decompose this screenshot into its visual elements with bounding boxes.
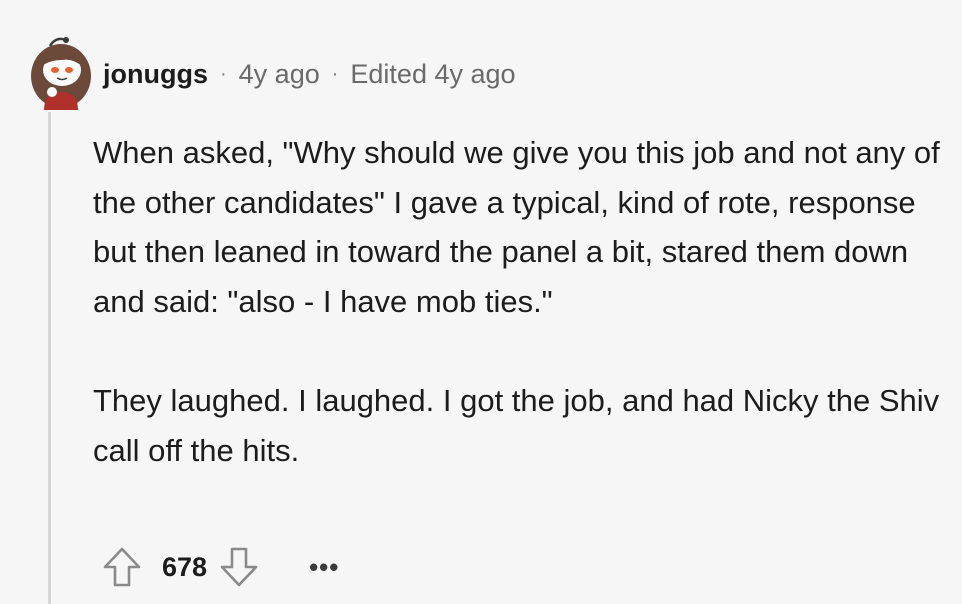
user-avatar[interactable]: [22, 32, 100, 110]
edited-time: Edited 4y ago: [350, 58, 516, 89]
arrow-up-icon: [103, 547, 141, 587]
upvote-button[interactable]: [100, 544, 144, 590]
downvote-button[interactable]: [217, 544, 261, 590]
thread-line[interactable]: [48, 112, 51, 604]
separator-dot: ·: [331, 62, 339, 85]
comment-body: When asked, "Why should we give you this…: [93, 128, 948, 475]
username-link[interactable]: jonuggs: [103, 59, 208, 90]
snoo-avatar-icon: [31, 37, 91, 110]
comment: jonuggs · 4y ago · Edited 4y ago When as…: [0, 0, 962, 604]
vote-score: 678: [162, 551, 208, 582]
arrow-down-icon: [220, 547, 258, 587]
separator-dot: ·: [219, 62, 227, 85]
post-time: 4y ago: [238, 58, 320, 89]
more-options-icon[interactable]: •••: [309, 554, 339, 580]
comment-header: jonuggs · 4y ago · Edited 4y ago: [103, 56, 516, 92]
comment-paragraph: When asked, "Why should we give you this…: [93, 135, 940, 319]
comment-paragraph: They laughed. I laughed. I got the job, …: [93, 383, 940, 468]
comment-actions: 678 •••: [100, 544, 339, 590]
